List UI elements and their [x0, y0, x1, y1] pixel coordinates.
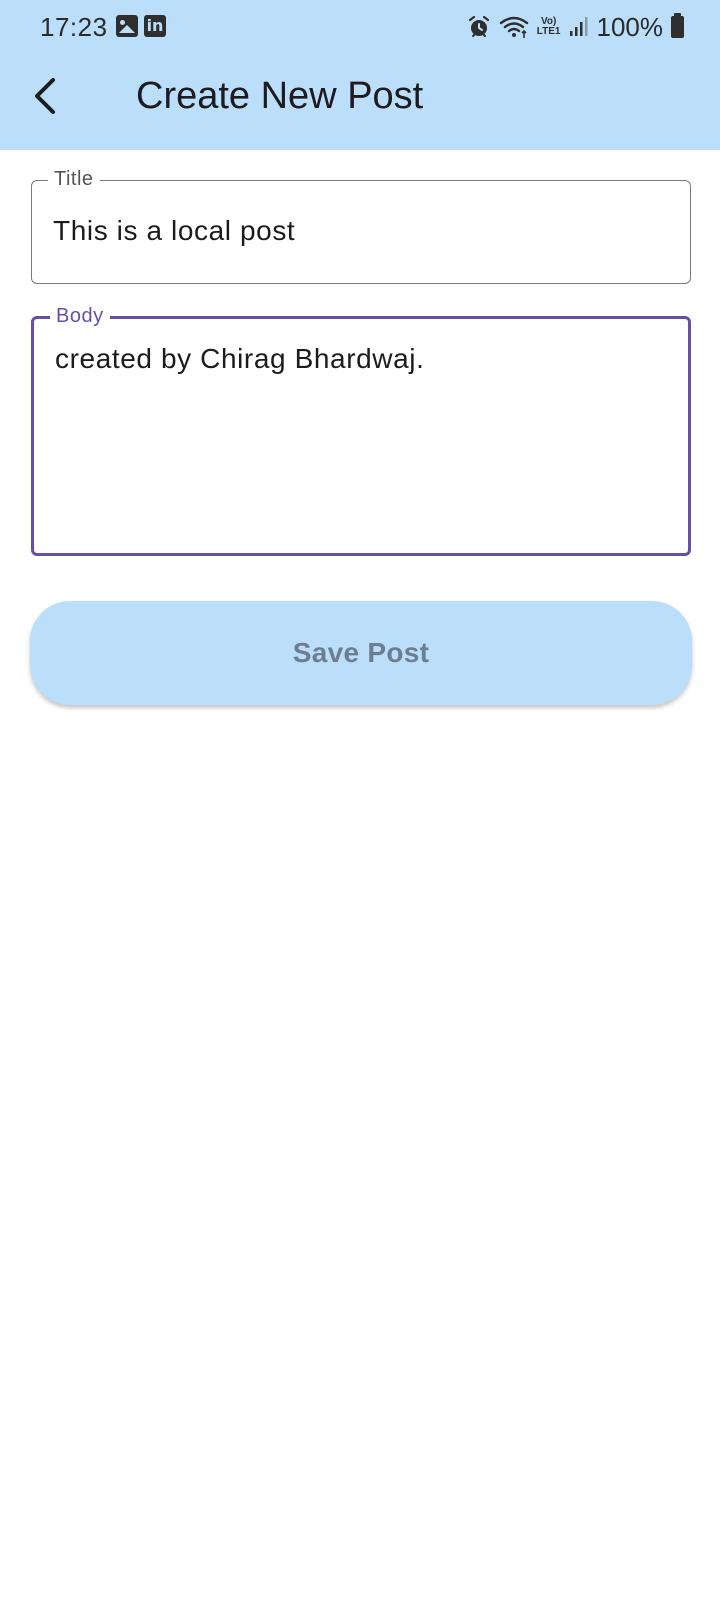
title-field[interactable]: Title — [31, 167, 691, 284]
status-time: 17:23 — [40, 12, 108, 42]
page-title: Create New Post — [136, 75, 424, 117]
alarm-icon — [468, 15, 489, 37]
save-post-button[interactable]: Save Post — [30, 601, 692, 705]
signal-icon — [569, 17, 587, 36]
system-icons: Vo) LTE1 100% — [467, 10, 684, 44]
linkedin-icon: in — [144, 15, 166, 37]
app-bar: 17:23 in Vo) LTE1 100% Create New Post — [0, 0, 720, 150]
body-field-label: Body — [50, 304, 110, 328]
title-field-label: Title — [48, 167, 100, 191]
back-button[interactable] — [22, 72, 70, 120]
notification-icons: in — [116, 15, 166, 37]
gallery-icon — [116, 15, 138, 37]
status-bar: 17:23 in Vo) LTE1 100% — [0, 0, 720, 56]
battery-percentage: 100% — [596, 11, 664, 42]
body-input[interactable]: created by Chirag Bhardwaj. — [55, 339, 672, 529]
wifi-icon — [499, 16, 528, 38]
title-input[interactable] — [53, 211, 674, 251]
back-arrow-icon — [35, 78, 55, 114]
volte-icon: Vo) LTE1 — [536, 16, 561, 37]
body-field[interactable]: Body created by Chirag Bhardwaj. — [31, 304, 691, 556]
battery-icon — [671, 13, 684, 38]
